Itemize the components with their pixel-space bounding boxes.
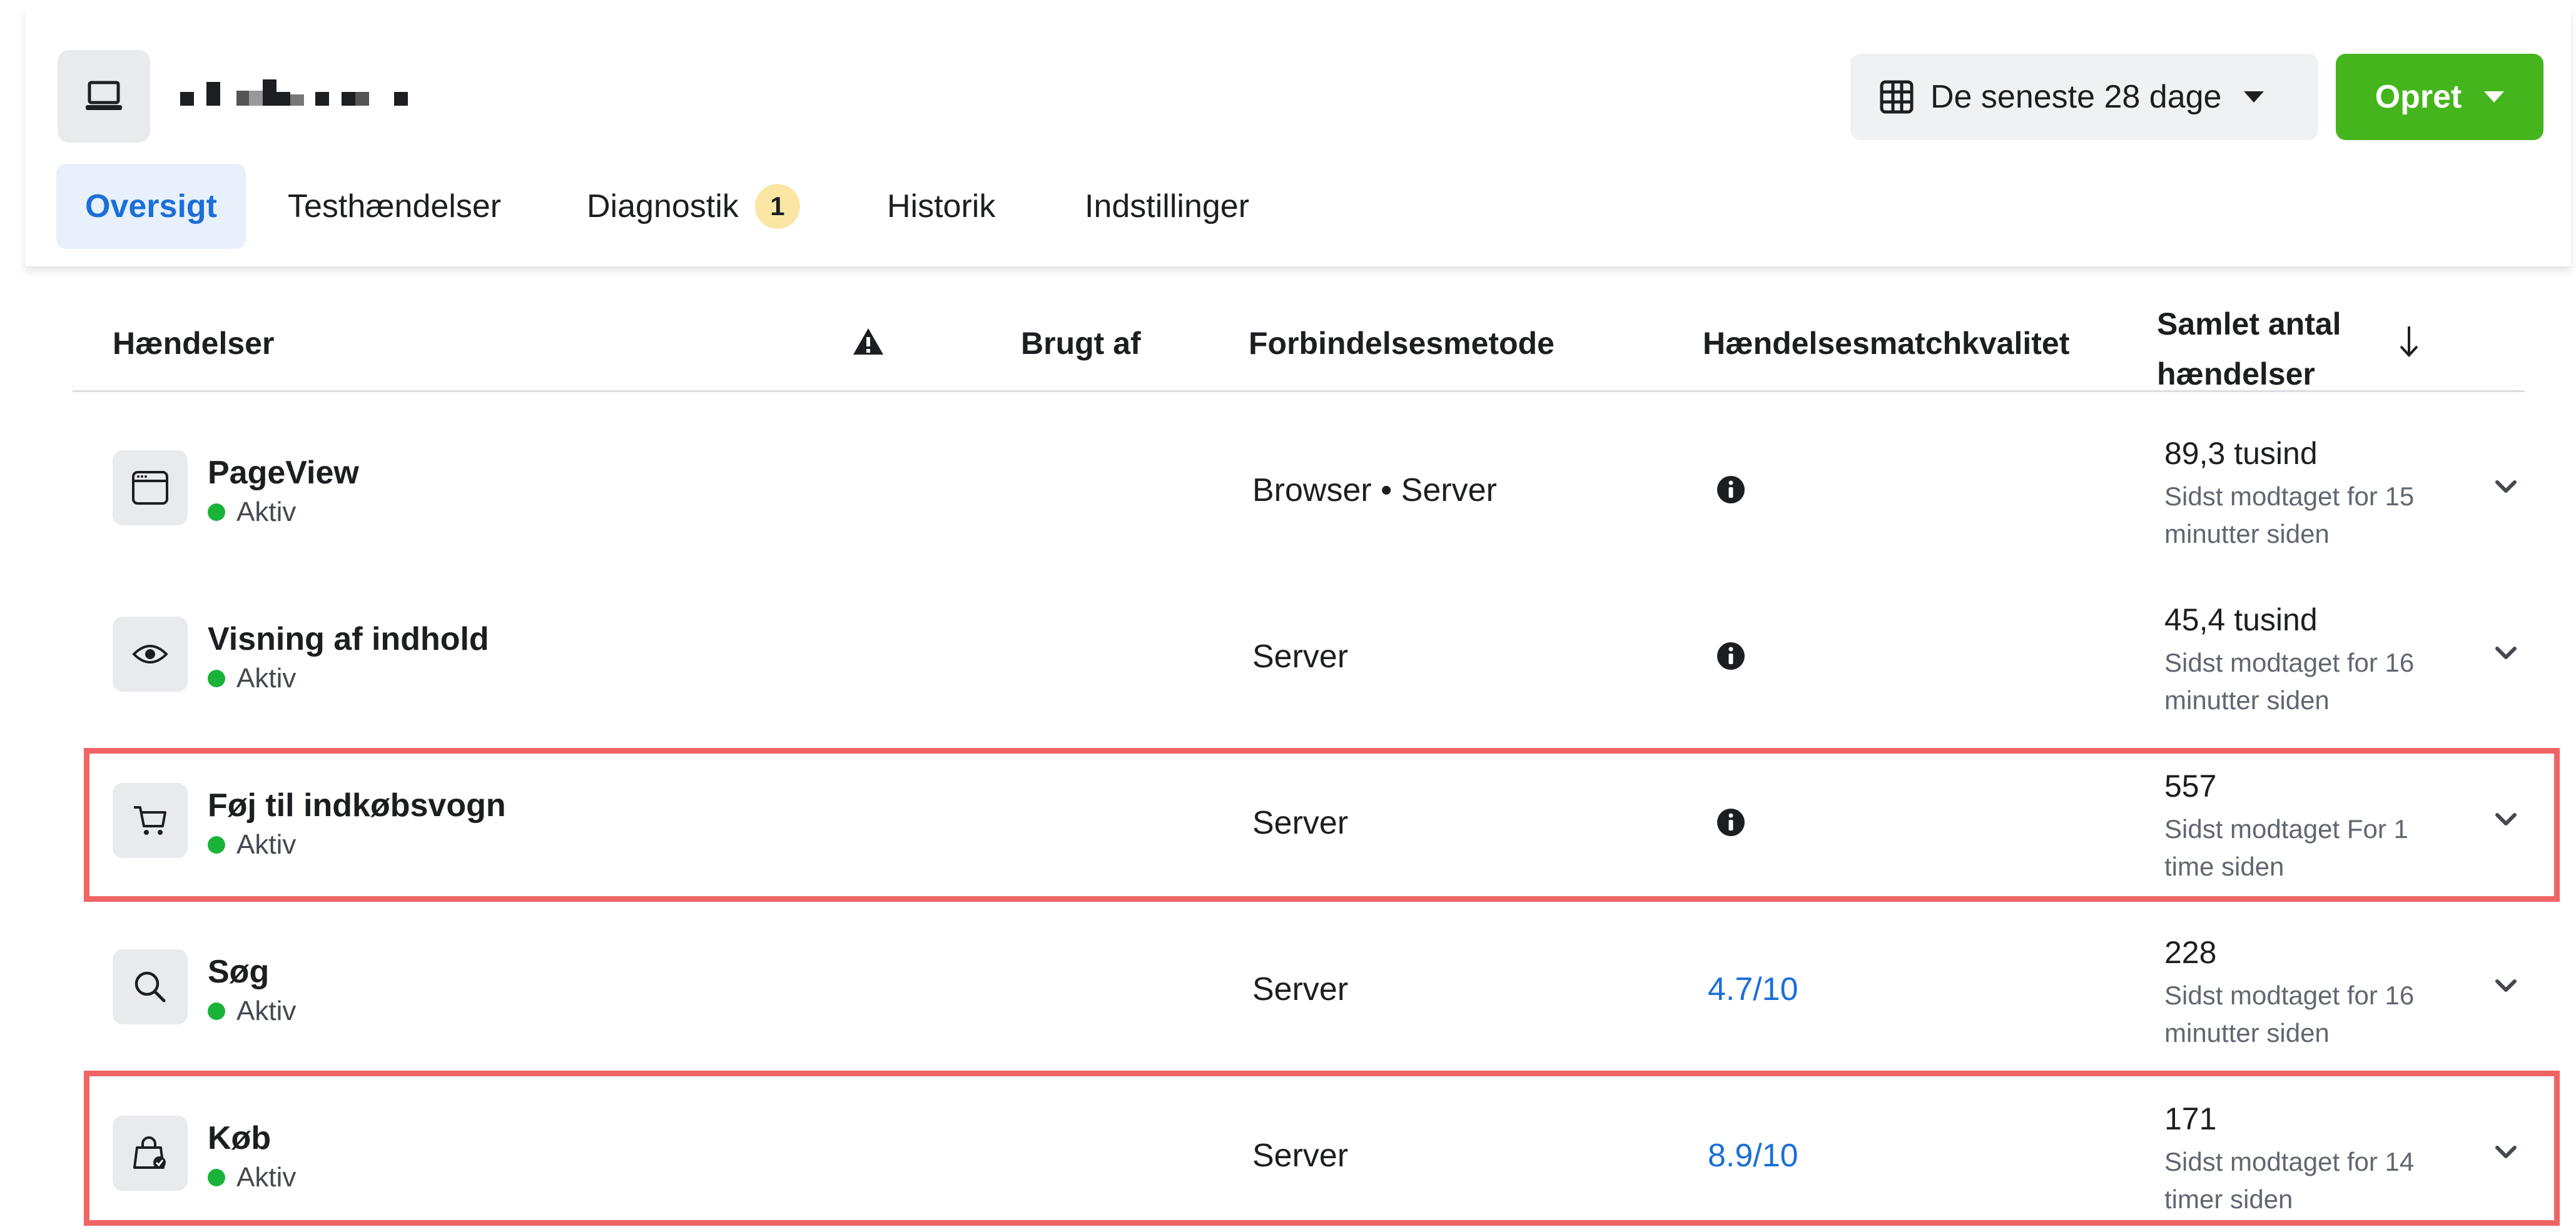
- browser-window-icon: [132, 471, 168, 505]
- event-status: Aktiv: [208, 996, 296, 1027]
- active-status-dot: [208, 1169, 225, 1186]
- create-button-label: Opret: [2375, 79, 2462, 115]
- active-status-dot: [208, 1002, 225, 1020]
- event-name: Visning af indhold: [208, 621, 489, 657]
- event-match-quality-score[interactable]: 4.7/10: [1708, 971, 1798, 1008]
- tab-diagnostik[interactable]: Diagnostik 1: [587, 164, 800, 249]
- event-last-received: Sidst modtaget For 1 time siden: [2164, 814, 2408, 881]
- info-icon[interactable]: [1716, 475, 1745, 504]
- event-name: Søg: [208, 954, 270, 990]
- event-name: Føj til indkøbsvogn: [208, 787, 506, 824]
- expand-chevron-icon[interactable]: [2493, 1139, 2518, 1164]
- event-status: Aktiv: [208, 663, 296, 694]
- diagnostics-count-badge: 1: [754, 184, 800, 229]
- column-header-total-events[interactable]: Samlet antal hændelser: [2157, 299, 2341, 399]
- column-header-match-quality[interactable]: Hændelsesmatchkvalitet: [1703, 325, 2069, 361]
- table-row[interactable]: Visning af indhold Aktiv Server 45,4 tus…: [0, 567, 2576, 733]
- event-status: Aktiv: [208, 1162, 296, 1193]
- active-status-dot: [208, 670, 225, 687]
- table-row[interactable]: Føj til indkøbsvogn Aktiv Server 557 Sid…: [0, 733, 2576, 899]
- info-icon[interactable]: [1716, 808, 1745, 837]
- search-icon: [134, 971, 166, 1002]
- event-last-received: Sidst modtaget for 16 minutter siden: [2164, 648, 2415, 715]
- column-header-used-by[interactable]: Brugt af: [1021, 325, 1141, 361]
- info-icon[interactable]: [1716, 642, 1745, 670]
- warning-icon: [853, 328, 883, 355]
- tab-historik[interactable]: Historik: [887, 164, 995, 249]
- event-total-count: 89,3 tusind: [2164, 436, 2318, 471]
- tab-label: Historik: [887, 188, 996, 225]
- table-row[interactable]: Køb Aktiv Server 8.9/10 171 Sidst modtag…: [0, 1066, 2576, 1232]
- create-button[interactable]: Opret: [2336, 54, 2543, 140]
- date-range-dropdown[interactable]: De seneste 28 dage: [1850, 54, 2318, 140]
- expand-chevron-icon[interactable]: [2493, 807, 2518, 832]
- event-total-count: 171: [2164, 1101, 2217, 1136]
- event-status-label: Aktiv: [236, 1162, 297, 1193]
- event-status-label: Aktiv: [236, 996, 297, 1026]
- event-name: PageView: [208, 455, 359, 491]
- tab-oversigt[interactable]: Oversigt: [56, 164, 246, 249]
- event-connection-method: Server: [1252, 1138, 1349, 1174]
- table-row[interactable]: Søg Aktiv Server 4.7/10 228 Sidst modtag…: [0, 899, 2576, 1066]
- event-connection-method: Server: [1252, 971, 1349, 1007]
- event-connection-method: Browser • Server: [1252, 472, 1497, 508]
- event-status-label: Aktiv: [236, 829, 297, 860]
- tab-testhaendelser[interactable]: Testhændelser: [288, 164, 501, 249]
- column-header-connection-method[interactable]: Forbindelsesmetode: [1249, 325, 1554, 361]
- tab-label: Testhændelser: [288, 188, 502, 225]
- event-connection-method: Server: [1252, 805, 1349, 841]
- shopping-bag-icon: [133, 1136, 166, 1169]
- caret-down-icon: [2484, 91, 2505, 103]
- caret-down-icon: [2244, 91, 2264, 103]
- event-total-count: 45,4 tusind: [2164, 602, 2318, 637]
- calendar-table-icon: [1878, 78, 1915, 116]
- event-last-received: Sidst modtaget for 14 timer siden: [2164, 1147, 2415, 1214]
- event-icon-box: [113, 1116, 188, 1191]
- table-row[interactable]: PageView Aktiv Browser • Server 89,3 tus…: [0, 400, 2576, 567]
- laptop-icon: [86, 81, 122, 110]
- sort-arrow-down-icon[interactable]: [2398, 324, 2420, 359]
- cart-icon: [134, 806, 166, 835]
- total-header-line1: Samlet antal: [2157, 306, 2341, 341]
- event-connection-method: Server: [1252, 639, 1349, 675]
- event-total-count: 228: [2164, 935, 2217, 970]
- active-status-dot: [208, 503, 225, 521]
- event-status-label: Aktiv: [236, 497, 297, 527]
- event-icon-box: [113, 949, 188, 1024]
- event-icon-box: [113, 783, 188, 858]
- active-status-dot: [208, 836, 225, 854]
- event-status-label: Aktiv: [236, 663, 297, 694]
- event-last-received: Sidst modtaget for 15 minutter siden: [2164, 482, 2415, 548]
- event-icon-box: [113, 617, 188, 692]
- event-status: Aktiv: [208, 497, 296, 528]
- tab-label: Diagnostik: [587, 188, 739, 225]
- tab-label: Indstillinger: [1085, 188, 1250, 225]
- tab-indstillinger[interactable]: Indstillinger: [1085, 164, 1249, 249]
- event-last-received: Sidst modtaget for 16 minutter siden: [2164, 981, 2415, 1048]
- column-header-events[interactable]: Hændelser: [113, 325, 274, 361]
- event-total-count: 557: [2164, 769, 2217, 804]
- tab-label: Oversigt: [85, 188, 217, 225]
- pixel-name-obscured: [180, 79, 408, 106]
- event-match-quality-score[interactable]: 8.9/10: [1708, 1137, 1798, 1174]
- expand-chevron-icon[interactable]: [2493, 640, 2518, 665]
- event-icon-box: [113, 450, 188, 525]
- event-name: Køb: [208, 1120, 271, 1156]
- eye-icon: [132, 645, 168, 664]
- pixel-app-icon: [58, 50, 150, 143]
- expand-chevron-icon[interactable]: [2493, 474, 2518, 499]
- event-status: Aktiv: [208, 829, 296, 861]
- header-divider: [73, 390, 2525, 392]
- expand-chevron-icon[interactable]: [2493, 973, 2518, 998]
- date-range-label: De seneste 28 dage: [1930, 79, 2222, 115]
